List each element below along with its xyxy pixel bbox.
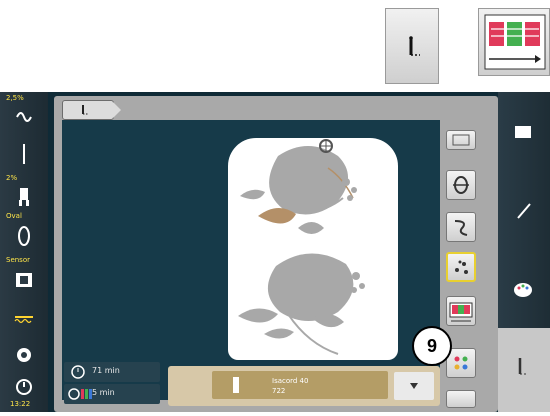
stitch-path-button[interactable] — [385, 8, 439, 84]
folder-icon[interactable] — [512, 120, 534, 142]
arrows-icon — [455, 260, 468, 274]
needle-icon — [22, 144, 26, 164]
thread-color-bar[interactable]: Isacord 40 722 — [168, 366, 440, 406]
color-blocks-icon — [484, 14, 546, 70]
stitch-time: 71 min — [92, 366, 120, 375]
thread-tension-item[interactable] — [0, 298, 48, 338]
embroidery-screen: 2,5% 2% Oval Sensor 13:22 71 min 5 min I… — [0, 92, 550, 412]
color-dots-icon — [454, 356, 468, 370]
bobbin-thread-item[interactable]: 2,5% — [0, 92, 48, 132]
colors-icon — [68, 388, 92, 400]
color-dropdown-button[interactable] — [394, 372, 434, 400]
stitch-path-panel[interactable] — [498, 328, 550, 412]
hoop-label: Oval — [6, 212, 22, 220]
clock-icon — [16, 379, 32, 395]
clock-item[interactable]: 13:22 — [0, 374, 48, 412]
callout-number-text: 9 — [426, 335, 437, 356]
thread-tension-icon — [14, 316, 33, 324]
palette-icon[interactable] — [512, 278, 534, 300]
edit-button[interactable] — [446, 130, 476, 150]
bobbin-thread-icon — [16, 112, 32, 122]
status-sidebar: 2,5% 2% Oval Sensor 13:22 — [0, 92, 48, 412]
scissors-icon — [454, 220, 468, 236]
thread-cut-button[interactable] — [446, 212, 476, 242]
presser-foot-label: 2% — [6, 174, 18, 182]
scroll-down-button[interactable] — [446, 390, 476, 408]
thread-code: 722 — [272, 387, 286, 395]
thread-name: Isacord 40 — [272, 377, 309, 385]
stitch-path-icon — [409, 36, 420, 56]
callout-number: 9 — [412, 326, 452, 366]
color-time-row[interactable]: 5 min — [64, 384, 160, 404]
presser-foot-item[interactable]: 2% — [0, 172, 48, 210]
bobbin-percent: 2,5% — [6, 94, 24, 102]
hoop-item[interactable]: Oval — [0, 210, 48, 254]
stitch-time-row[interactable]: 71 min — [64, 362, 160, 382]
color-sequence-button[interactable] — [478, 8, 550, 76]
stitch-path-icon — [518, 358, 528, 375]
presser-foot-icon — [19, 188, 29, 206]
clock-time: 13:22 — [10, 400, 31, 408]
color-time: 5 min — [92, 388, 115, 397]
info-panel: 71 min 5 min — [64, 360, 160, 406]
pen-icon[interactable] — [512, 200, 534, 222]
settings-gear-icon — [17, 348, 31, 362]
needle-item[interactable] — [0, 132, 48, 172]
grid-icon — [452, 134, 470, 146]
color-blocks-icon — [449, 302, 473, 322]
chevron-down-icon — [410, 383, 418, 389]
feed-dog-icon — [16, 273, 32, 287]
function-sidebar — [498, 92, 550, 412]
loop-button[interactable] — [446, 170, 476, 200]
spool-icon — [233, 377, 239, 393]
color-sequence-button[interactable] — [446, 296, 476, 326]
thread-color-info: Isacord 40 722 — [212, 371, 388, 399]
move-button[interactable] — [446, 252, 476, 282]
embroidery-design[interactable] — [228, 138, 398, 360]
flower-design-icon — [238, 139, 365, 355]
settings-item[interactable] — [0, 338, 48, 374]
feed-dog-item[interactable]: Sensor — [0, 254, 48, 298]
stitch-path-tab[interactable] — [62, 100, 121, 120]
loop-icon — [453, 176, 469, 194]
feed-dog-label: Sensor — [6, 256, 30, 264]
clock-icon — [71, 365, 85, 379]
stitch-path-icon — [82, 105, 89, 115]
hoop-icon — [18, 226, 30, 246]
